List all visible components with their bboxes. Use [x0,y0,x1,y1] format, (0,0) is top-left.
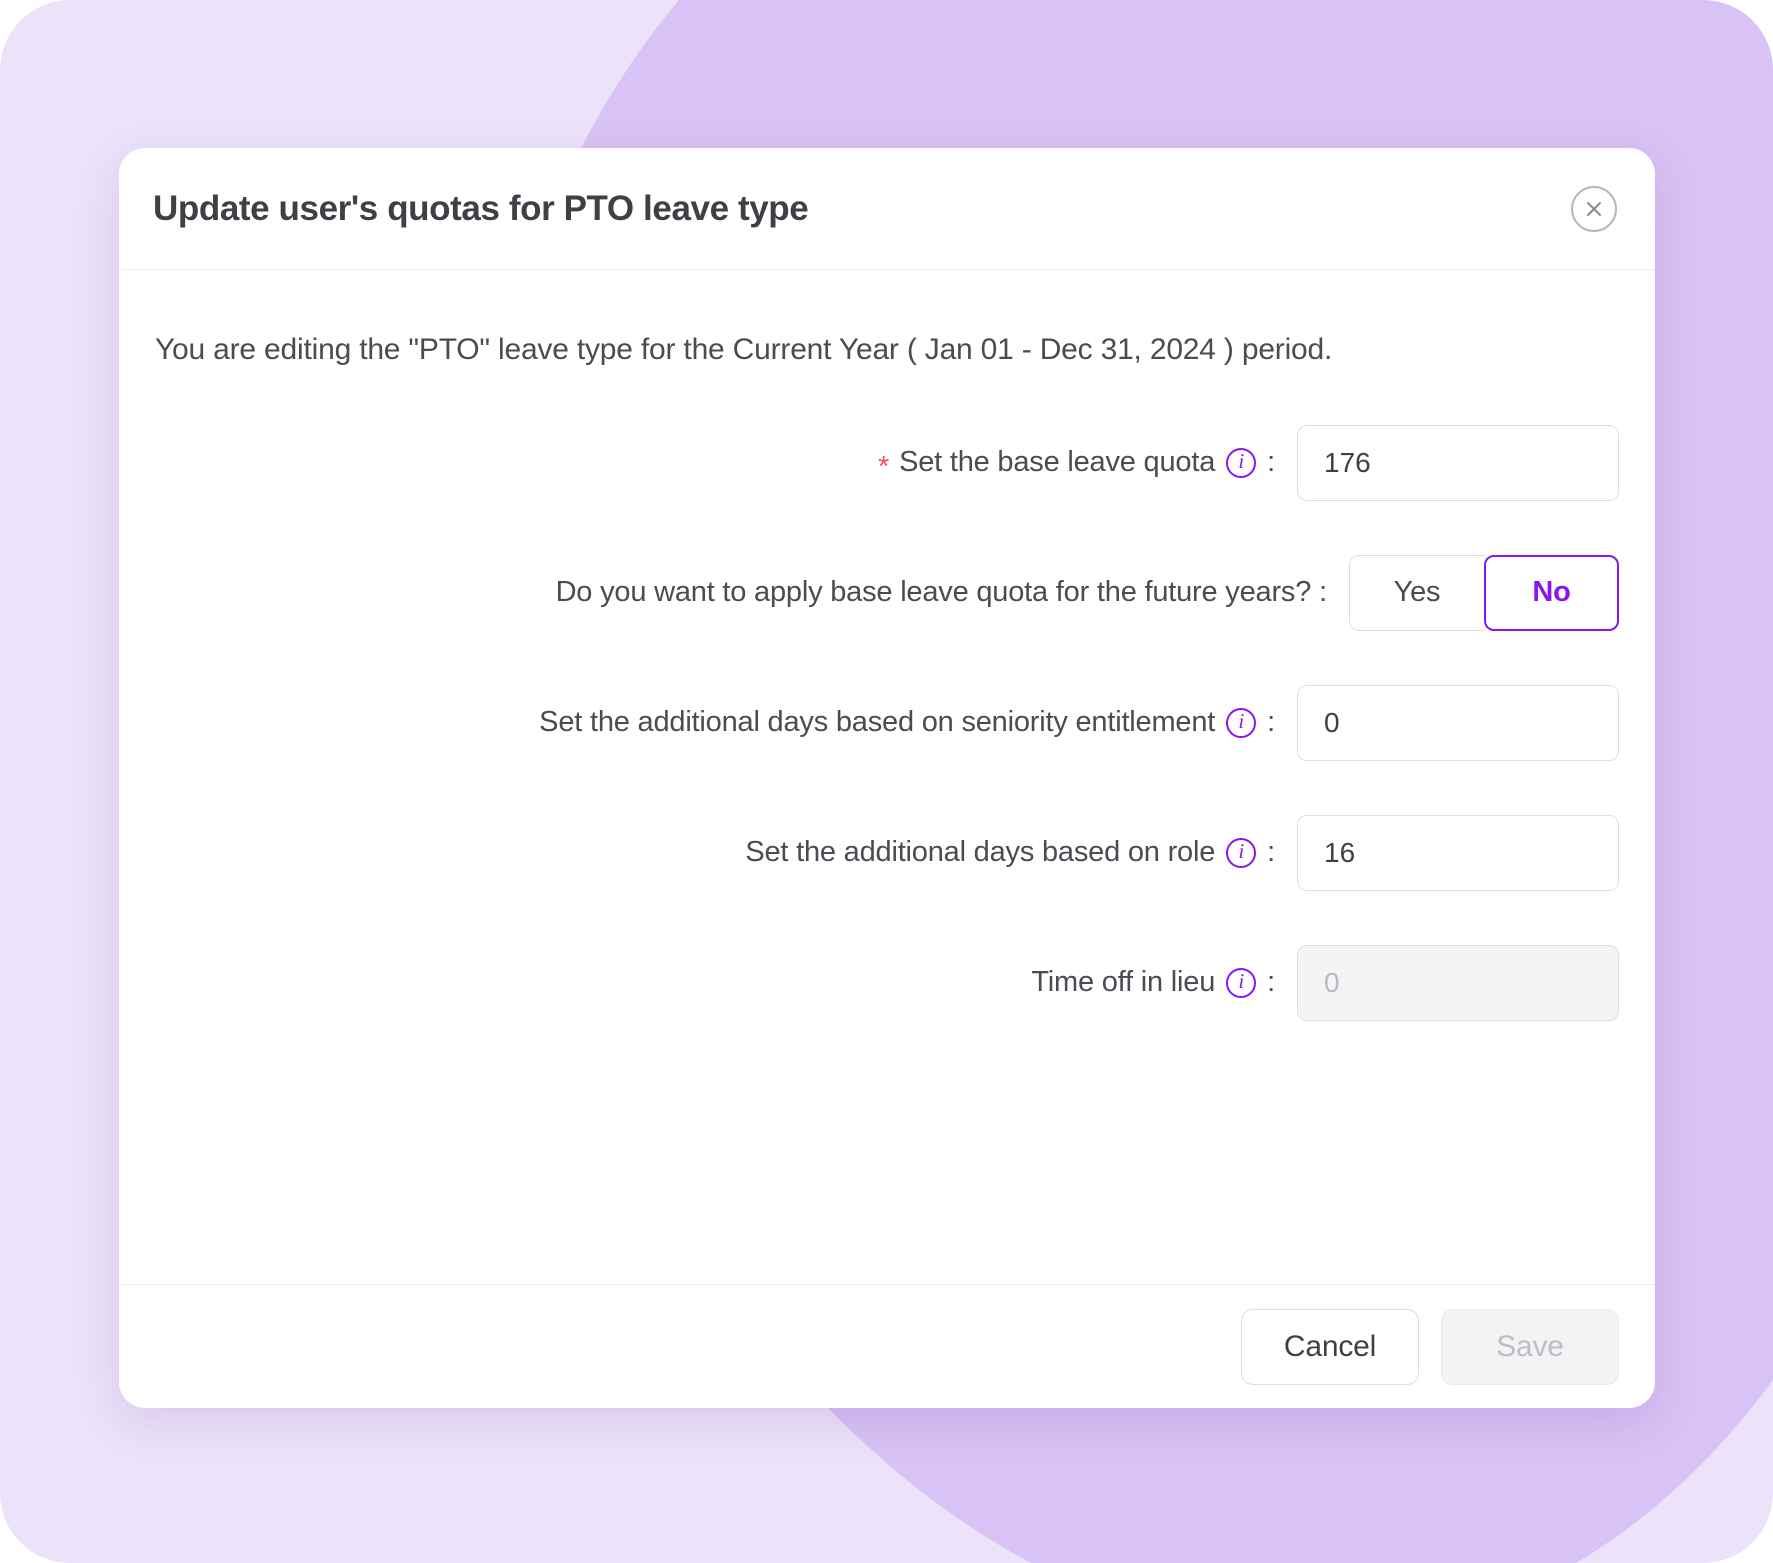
close-circle-icon[interactable] [1571,185,1617,232]
future-years-label-text: Do you want to apply base leave quota fo… [555,576,1312,609]
future-years-option-no[interactable]: No [1484,554,1619,631]
form-row-time-off-in-lieu: Time off in lieu i : hours [155,937,1619,1029]
time-off-in-lieu-input [1298,945,1618,1020]
dialog-body: You are editing the "PTO" leave type for… [119,270,1655,1284]
update-quotas-dialog: Update user's quotas for PTO leave type … [119,148,1655,1408]
dialog-title: Update user's quotas for PTO leave type [153,188,809,228]
future-years-option-yes[interactable]: Yes [1349,554,1484,631]
info-icon-glyph: i [1238,449,1244,474]
base-leave-quota-input-group: hours [1297,424,1619,501]
role-entitlement-label-text: Set the additional days based on role [745,836,1216,869]
info-icon[interactable]: i [1226,837,1257,868]
info-icon-glyph: i [1238,839,1244,864]
role-entitlement-input[interactable] [1298,815,1618,890]
seniority-entitlement-label: Set the additional days based on seniori… [539,706,1297,739]
seniority-entitlement-input[interactable] [1298,685,1618,760]
seniority-entitlement-label-text: Set the additional days based on seniori… [539,706,1216,739]
label-colon: : [1267,706,1275,739]
required-marker: * [877,451,890,484]
dialog-footer: Cancel Save [119,1284,1655,1408]
role-entitlement-input-group: hours [1297,814,1619,891]
base-leave-quota-label: * Set the base leave quota i : [877,446,1297,484]
time-off-in-lieu-input-group: hours [1297,944,1619,1021]
editing-period-description: You are editing the "PTO" leave type for… [155,333,1333,366]
future-years-label: Do you want to apply base leave quota fo… [556,576,1349,609]
time-off-in-lieu-label-text: Time off in lieu [1031,966,1216,999]
screenshot-canvas: Update user's quotas for PTO leave type … [0,0,1773,1563]
seniority-entitlement-input-group: hours [1297,684,1619,761]
save-button[interactable]: Save [1441,1308,1619,1385]
form-row-future-years: Do you want to apply base leave quota fo… [155,547,1619,639]
base-leave-quota-label-text: Set the base leave quota [899,446,1216,479]
info-icon-glyph: i [1238,709,1244,734]
quota-form: * Set the base leave quota i : hours Do … [155,417,1619,1029]
label-colon: : [1267,966,1275,999]
info-icon[interactable]: i [1226,707,1257,738]
base-leave-quota-input[interactable] [1298,425,1618,500]
form-row-seniority-entitlement: Set the additional days based on seniori… [155,677,1619,769]
info-icon-glyph: i [1238,969,1244,994]
info-icon[interactable]: i [1226,967,1257,998]
label-colon: : [1267,836,1275,869]
label-colon: : [1319,576,1327,609]
info-icon[interactable]: i [1226,447,1257,478]
label-colon: : [1267,446,1275,479]
cancel-button[interactable]: Cancel [1241,1308,1419,1385]
dialog-header: Update user's quotas for PTO leave type [119,148,1655,270]
future-years-toggle: Yes No [1349,554,1619,631]
role-entitlement-label: Set the additional days based on role i … [745,836,1297,869]
time-off-in-lieu-label: Time off in lieu i : [1031,966,1297,999]
form-row-base-leave-quota: * Set the base leave quota i : hours [155,417,1619,509]
form-row-role-entitlement: Set the additional days based on role i … [155,807,1619,899]
